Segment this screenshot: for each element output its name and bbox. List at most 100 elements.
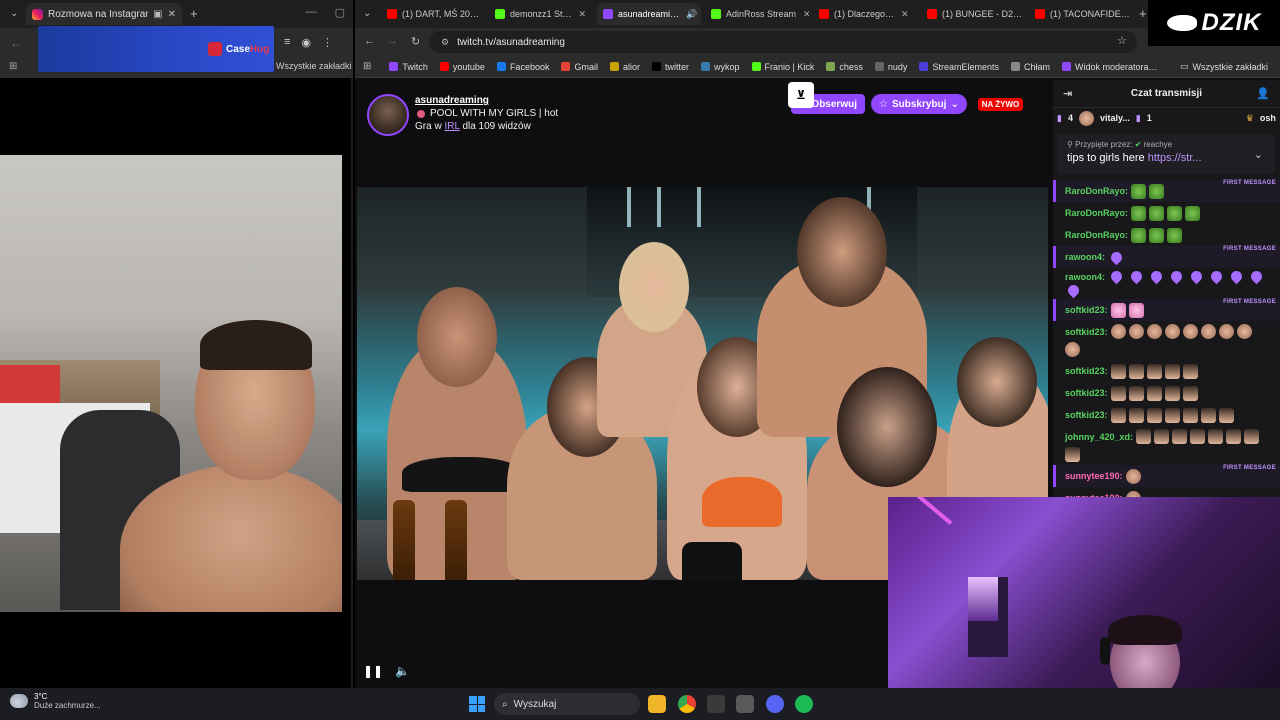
channel-name[interactable]: asunadreaming [415, 95, 489, 106]
apps-grid-icon[interactable]: ⊞ [9, 61, 17, 72]
chat-username[interactable]: rawoon4: [1065, 252, 1105, 262]
tab-7[interactable]: (1) TACONAFIDE…✕ [1029, 3, 1133, 25]
bookmark-item[interactable]: Facebook [496, 61, 550, 72]
speaker-icon[interactable]: 🔊 [686, 9, 697, 20]
maximize-icon[interactable]: ▢ [335, 6, 345, 19]
taskbar-search[interactable]: ⌕ Wyszukaj [494, 693, 640, 715]
chat-message[interactable]: softkid23: [1053, 321, 1280, 360]
gift-user[interactable]: osh [1260, 113, 1276, 123]
minimize-icon[interactable]: — [306, 6, 317, 19]
close-icon[interactable]: ✕ [168, 9, 176, 20]
search-placeholder: Wyszukaj [513, 698, 557, 710]
new-tab-icon[interactable]: + [1139, 6, 1147, 21]
bookmark-item[interactable]: StreamElements [919, 62, 999, 72]
bookmark-item[interactable]: wykop [701, 62, 740, 72]
pinned-link[interactable]: https://str... [1148, 152, 1202, 164]
chat-message[interactable]: softkid23: [1053, 382, 1280, 404]
tab-6[interactable]: (1) BUNGEE - D2…✕ [921, 3, 1025, 25]
chat-message[interactable]: softkid23: [1053, 404, 1280, 426]
new-tab-icon[interactable]: + [190, 6, 198, 21]
close-icon[interactable]: ✕ [803, 9, 809, 20]
bookmark-item[interactable]: Gmail [561, 62, 598, 72]
bookmark-item[interactable]: Franio | Kick [751, 61, 815, 72]
app-icon[interactable] [736, 695, 754, 713]
all-bookmarks-left[interactable]: Wszystkie zakładki [276, 61, 352, 71]
chat-message[interactable]: RaroDonRayo: [1053, 224, 1280, 246]
file-explorer-icon[interactable] [648, 695, 666, 713]
bookmark-star-icon[interactable]: ☆ [1117, 34, 1127, 47]
close-icon[interactable]: ✕ [579, 9, 587, 20]
tab-instagram[interactable]: Rozmowa na Instagramie ▣ ✕ [26, 3, 182, 25]
chat-username[interactable]: softkid23: [1065, 410, 1108, 420]
tab-2[interactable]: demonzz1 St… ✕ [489, 3, 593, 25]
pause-icon[interactable]: ❚❚ [363, 664, 383, 678]
chat-username[interactable]: RaroDonRayo: [1065, 230, 1128, 240]
chat-message[interactable]: FIRST MESSAGE sunnytee190: [1053, 465, 1280, 487]
channel-avatar[interactable] [367, 94, 409, 136]
subscribe-button[interactable]: ☆ Subskrybuj ⌄ [871, 94, 967, 114]
chat-username[interactable]: RaroDonRayo: [1065, 186, 1128, 196]
tab-search-icon-2[interactable]: ⌄ [363, 8, 371, 19]
tab-1[interactable]: (1) DART, MŚ 20…✕ [381, 3, 485, 25]
bookmark-label: Facebook [509, 61, 550, 72]
tab-4[interactable]: AdinRoss Stream ✕ [705, 3, 809, 25]
menu-icon[interactable]: ⋮ [322, 36, 333, 49]
category-link[interactable]: IRL [444, 121, 459, 132]
bookmark-icon [919, 62, 929, 71]
all-bookmarks[interactable]: ▭ Wszystkie zakładki [1180, 61, 1268, 72]
chrome-icon[interactable] [678, 695, 696, 713]
weather-widget[interactable]: 3°C Duże zachmurze... [10, 692, 101, 710]
url-bar[interactable]: ⚙ twitch.tv/asunadreaming [429, 31, 1137, 53]
bookmark-label: Franio | Kick [764, 61, 815, 72]
chat-username[interactable]: johnny_420_xd: [1065, 432, 1133, 442]
collapse-chat-icon[interactable]: ⇥ [1063, 87, 1072, 100]
emote-icon [1131, 227, 1147, 243]
tab-5[interactable]: (1) Dlaczego… ✕ [813, 3, 917, 25]
spotify-icon[interactable] [795, 695, 813, 713]
tab-list-icon[interactable]: ≡ [284, 36, 290, 49]
bookmark-item[interactable]: twitter [652, 62, 689, 72]
chat-username[interactable]: rawoon4: [1065, 272, 1105, 282]
forward-icon[interactable]: → [387, 35, 398, 47]
bookmark-item[interactable]: Twitch [389, 62, 428, 72]
chat-message[interactable]: rawoon4: [1053, 268, 1280, 299]
bookmark-item[interactable]: alior [609, 62, 640, 72]
chevron-down-icon[interactable]: ⌄ [1254, 148, 1263, 161]
back-icon[interactable]: ← [364, 35, 375, 47]
pip-icon[interactable]: ▣ [153, 9, 162, 20]
bookmark-item[interactable]: nudy [874, 62, 907, 72]
emote-icon [1136, 429, 1152, 444]
chat-username[interactable]: RaroDonRayo: [1065, 208, 1128, 218]
apps-grid-icon[interactable]: ⊞ [363, 61, 371, 72]
bookmark-item[interactable]: Chłam [1010, 62, 1050, 72]
close-icon[interactable]: ✕ [901, 9, 909, 20]
chat-message[interactable]: softkid23: [1053, 360, 1280, 382]
back-icon[interactable]: ← [10, 36, 22, 50]
tab-search-icon[interactable]: ⌄ [10, 8, 18, 19]
chat-username[interactable]: sunnytee190: [1065, 471, 1123, 481]
chat-username[interactable]: softkid23: [1065, 388, 1108, 398]
reload-icon[interactable]: ↻ [411, 35, 420, 48]
chat-username[interactable]: softkid23: [1065, 305, 1108, 315]
profile-icon[interactable]: ◉ [301, 36, 311, 49]
app-icon[interactable] [707, 695, 725, 713]
windows-start-icon[interactable] [469, 696, 485, 712]
bookmark-item[interactable]: youtube [439, 62, 485, 72]
chat-message[interactable]: FIRST MESSAGE softkid23: [1053, 299, 1280, 321]
site-info-icon[interactable]: ⚙ [441, 37, 449, 48]
chat-message[interactable]: RaroDonRayo: [1053, 202, 1280, 224]
chat-message[interactable]: johnny_420_xd: [1053, 426, 1280, 465]
bookmark-item[interactable]: chess [826, 62, 863, 72]
tab-3-active[interactable]: asunadreami…🔊✕ [597, 3, 701, 25]
gift-user[interactable]: vitaly... [1100, 113, 1130, 123]
extension-logo-icon[interactable]: ⊻ [788, 82, 814, 108]
volume-icon[interactable]: 🔈 [395, 664, 410, 678]
pinned-message[interactable]: ⚲ Przypięte przez: ✔ reachye tips to gir… [1057, 134, 1275, 174]
bookmark-item[interactable]: Widok moderatora… [1061, 62, 1158, 72]
chat-message[interactable]: FIRST MESSAGE RaroDonRayo: [1053, 180, 1280, 202]
chat-username[interactable]: softkid23: [1065, 366, 1108, 376]
chat-message[interactable]: FIRST MESSAGE rawoon4: [1053, 246, 1280, 268]
chat-username[interactable]: softkid23: [1065, 327, 1108, 337]
users-icon[interactable]: 👤 [1256, 87, 1270, 100]
discord-icon[interactable] [766, 695, 784, 713]
